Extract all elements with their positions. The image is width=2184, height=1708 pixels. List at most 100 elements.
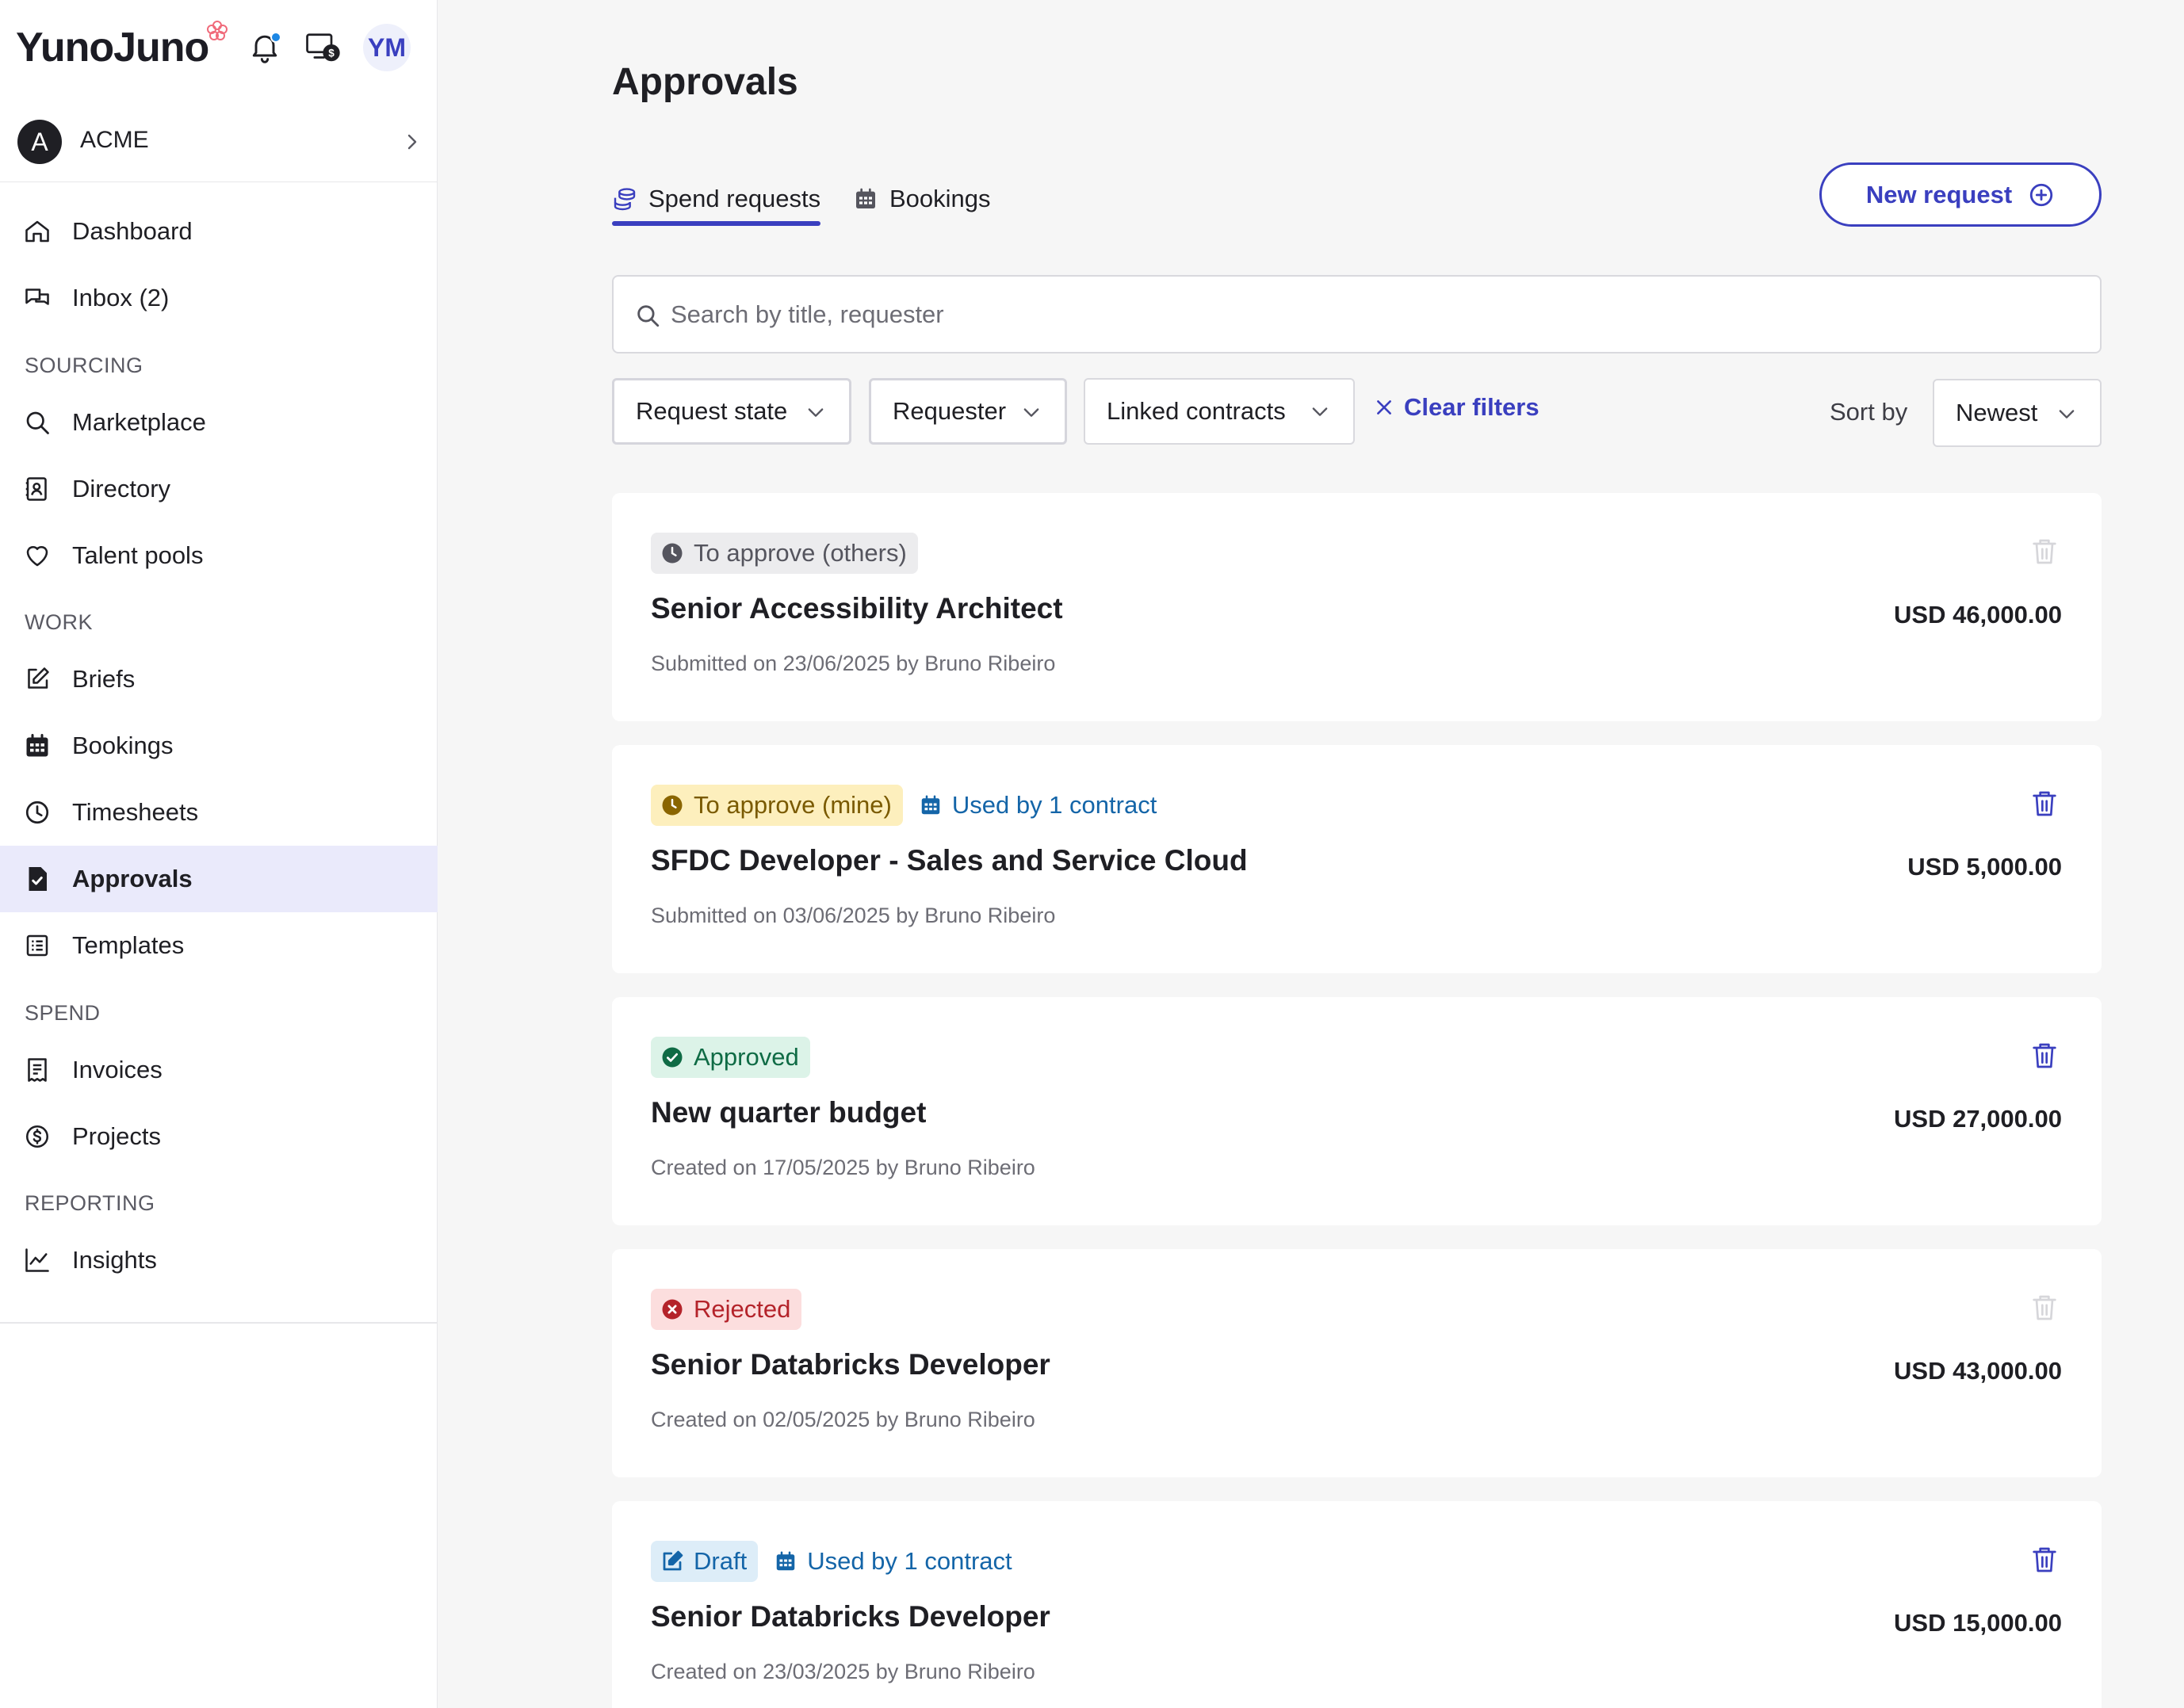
linked-contracts-link[interactable]: Used by 1 contract [919, 791, 1157, 820]
calendar-icon [776, 1551, 795, 1571]
spend-request-card[interactable]: Draft Used by 1 contract Senior Databric… [612, 1501, 2102, 1708]
spend-request-card[interactable]: Rejected Senior Databricks Developer Cre… [612, 1249, 2102, 1477]
linked-contracts-filter[interactable]: Linked contracts [1084, 378, 1355, 445]
request-title: New quarter budget [651, 1096, 927, 1129]
calendar-icon [856, 188, 875, 208]
line-chart-icon [22, 1245, 52, 1275]
delete-button[interactable] [2032, 789, 2057, 818]
nav-label-timesheets: Timesheets [72, 798, 199, 826]
clock-filled-icon [662, 795, 683, 816]
chevron-down-icon [1023, 408, 1039, 417]
linked-contracts-label: Used by 1 contract [807, 1547, 1012, 1575]
request-meta: Submitted on 23/06/2025 by Bruno Ribeiro [651, 651, 1056, 675]
nav-item-marketplace[interactable]: Marketplace [0, 389, 438, 456]
search-input[interactable] [671, 277, 2082, 352]
linked-contracts-filter-label: Linked contracts [1107, 397, 1286, 425]
edit-icon [22, 664, 52, 694]
heart-icon [22, 541, 52, 571]
nav-item-briefs[interactable]: Briefs [0, 646, 438, 713]
chevron-down-icon [2059, 410, 2075, 418]
nav-label-directory: Directory [72, 475, 171, 502]
user-avatar[interactable]: YM [363, 24, 411, 71]
tab-spend-requests-label: Spend requests [648, 185, 821, 212]
status-badge: Rejected [651, 1289, 802, 1330]
nav-item-projects[interactable]: Projects [0, 1103, 438, 1170]
requester-filter[interactable]: Requester [869, 378, 1067, 445]
chat-bubbles-icon [22, 283, 52, 313]
clear-filters-button[interactable]: Clear filters [1374, 393, 1540, 422]
nav-label-invoices: Invoices [72, 1056, 163, 1083]
request-amount: USD 27,000.00 [1894, 1105, 2062, 1133]
tab-spend-requests[interactable]: Spend requests [612, 171, 820, 227]
nav-label-insights: Insights [72, 1246, 157, 1274]
clock-filled-icon [662, 543, 683, 564]
sort-select-value: Newest [1956, 399, 2038, 426]
billing-monitor-icon[interactable]: $ [303, 27, 342, 67]
chevron-down-icon [1312, 407, 1328, 416]
search-icon [22, 407, 52, 438]
nav-label-dashboard: Dashboard [72, 217, 193, 245]
nav-item-bookings[interactable]: Bookings [0, 713, 438, 779]
search-icon [637, 305, 660, 327]
nav-label-approvals: Approvals [72, 865, 193, 892]
status-badge-label: Approved [694, 1043, 799, 1071]
sidebar-divider [0, 1322, 438, 1324]
logo-flower-icon [207, 21, 228, 40]
trash-icon [2033, 539, 2056, 564]
nav-item-insights[interactable]: Insights [0, 1227, 438, 1293]
delete-button-disabled [2032, 537, 2057, 566]
plus-circle-icon [2030, 183, 2053, 206]
yunojuno-logo[interactable]: YunoJuno [16, 21, 228, 73]
search-bar [612, 275, 2102, 353]
organisation-switcher[interactable] [0, 111, 438, 182]
notification-dot [270, 32, 281, 43]
trash-icon [2033, 1547, 2056, 1572]
sort-select[interactable]: Newest [1933, 379, 2102, 447]
nav-item-talent-pools[interactable]: Talent pools [0, 522, 438, 589]
status-badge-label: To approve (others) [694, 539, 907, 567]
status-badge-label: To approve (mine) [694, 791, 892, 819]
new-request-button[interactable]: New request [1819, 162, 2102, 227]
document-check-icon [22, 864, 52, 894]
nav-item-templates[interactable]: Templates [0, 912, 438, 979]
clear-filters-label: Clear filters [1404, 393, 1540, 421]
delete-button[interactable] [2032, 1041, 2057, 1070]
nav-item-approvals[interactable]: Approvals [0, 846, 438, 912]
home-icon [22, 216, 52, 246]
x-circle-icon [662, 1299, 683, 1320]
nav-label-inbox: Inbox (2) [72, 284, 170, 311]
request-amount: USD 5,000.00 [1907, 853, 2062, 881]
tab-bookings[interactable]: Bookings [853, 171, 991, 227]
page-title: Approvals [612, 61, 798, 103]
request-amount: USD 15,000.00 [1894, 1609, 2062, 1637]
linked-contracts-link[interactable]: Used by 1 contract [774, 1547, 1012, 1576]
request-title: SFDC Developer - Sales and Service Cloud [651, 844, 1248, 877]
calendar-icon [22, 731, 52, 761]
chevron-right-icon [407, 134, 417, 150]
nav-item-invoices[interactable]: Invoices [0, 1037, 438, 1103]
spend-request-card[interactable]: Approved New quarter budget Created on 1… [612, 997, 2102, 1225]
request-title: Senior Accessibility Architect [651, 592, 1063, 625]
trash-icon [2033, 1295, 2056, 1320]
tab-bookings-label: Bookings [889, 185, 991, 212]
spend-request-card[interactable]: To approve (others) Senior Accessibility… [612, 493, 2102, 721]
nav-item-timesheets[interactable]: Timesheets [0, 779, 438, 846]
nav-item-directory[interactable]: Directory [0, 456, 438, 522]
nav-section-work: WORK [25, 610, 93, 634]
delete-button[interactable] [2032, 1546, 2057, 1574]
request-amount: USD 43,000.00 [1894, 1357, 2062, 1385]
spend-request-card[interactable]: To approve (mine) Used by 1 contract SFD… [612, 745, 2102, 973]
trash-icon [2033, 791, 2056, 816]
status-badge: Draft [651, 1541, 759, 1582]
request-meta: Submitted on 03/06/2025 by Bruno Ribeiro [651, 904, 1056, 927]
notifications-bell-icon[interactable] [245, 27, 285, 67]
nav-item-inbox[interactable]: Inbox (2) [0, 265, 438, 331]
request-state-filter[interactable]: Request state [612, 378, 851, 445]
status-badge-label: Rejected [694, 1295, 791, 1323]
status-badge: Approved [651, 1037, 810, 1078]
status-badge: To approve (others) [651, 533, 918, 574]
request-meta: Created on 02/05/2025 by Bruno Ribeiro [651, 1408, 1035, 1431]
nav-item-dashboard[interactable]: Dashboard [0, 198, 438, 265]
request-amount: USD 46,000.00 [1894, 601, 2062, 629]
calendar-icon [921, 795, 940, 815]
